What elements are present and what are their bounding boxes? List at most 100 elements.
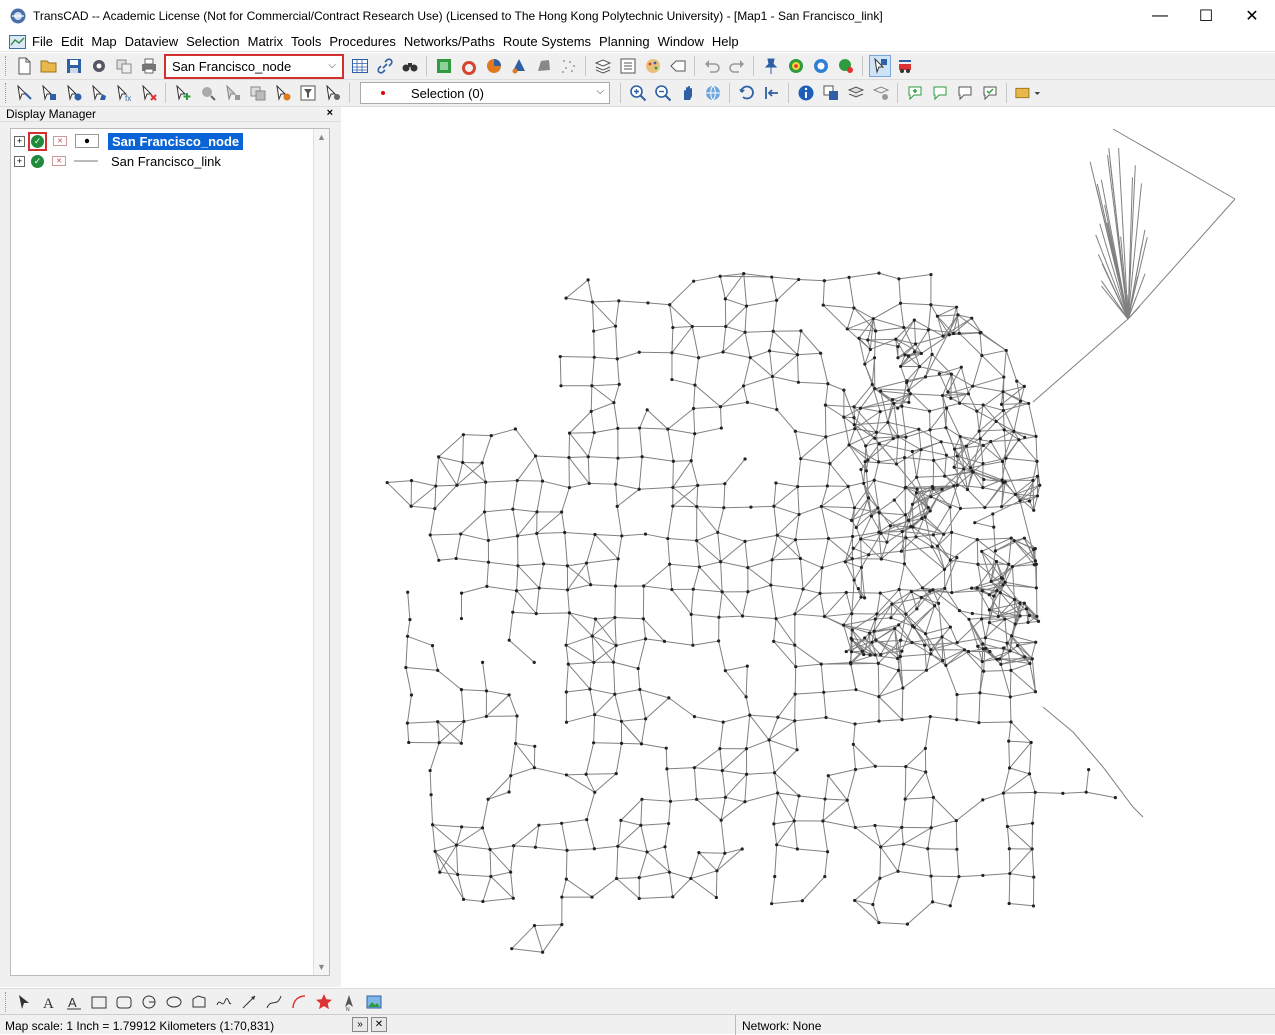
line-tool-icon[interactable]: [238, 991, 260, 1013]
menu-route-systems[interactable]: Route Systems: [503, 34, 598, 49]
menu-edit[interactable]: Edit: [61, 34, 90, 49]
close-button[interactable]: ✕: [1229, 0, 1275, 32]
settings-gear-icon[interactable]: [88, 55, 110, 77]
close-icon[interactable]: ×: [327, 107, 333, 119]
menu-procedures[interactable]: Procedures: [329, 34, 402, 49]
star-symbol-icon[interactable]: [313, 991, 335, 1013]
ellipse-tool-icon[interactable]: [163, 991, 185, 1013]
pan-hand-icon[interactable]: [677, 82, 699, 104]
scroll-up-icon[interactable]: ▲: [317, 132, 326, 142]
select-by-rectangle-icon[interactable]: [38, 82, 60, 104]
map-window-icon[interactable]: [9, 35, 26, 49]
filter-settings-icon[interactable]: [322, 82, 344, 104]
expand-icon[interactable]: +: [14, 156, 25, 167]
rainbow-theme-icon[interactable]: [458, 55, 480, 77]
select-by-pointing-icon[interactable]: [13, 82, 35, 104]
menu-matrix[interactable]: Matrix: [248, 34, 290, 49]
menu-window[interactable]: Window: [658, 34, 711, 49]
scatter-dots-icon[interactable]: [558, 55, 580, 77]
toolbar-grip[interactable]: [5, 992, 8, 1012]
heatmap-icon[interactable]: [785, 55, 807, 77]
shape-theme-icon[interactable]: [533, 55, 555, 77]
zoom-out-icon[interactable]: [652, 82, 674, 104]
layer-delete-icon[interactable]: [870, 82, 892, 104]
menu-selection[interactable]: Selection: [186, 34, 246, 49]
legend-icon[interactable]: [617, 55, 639, 77]
pushpin-icon[interactable]: [760, 55, 782, 77]
text-tool-icon[interactable]: A: [38, 991, 60, 1013]
undo-icon[interactable]: [701, 55, 723, 77]
arc-tool-icon[interactable]: [288, 991, 310, 1013]
pointer-arrow-icon[interactable]: [13, 991, 35, 1013]
feature-info-icon[interactable]: [820, 82, 842, 104]
north-arrow-icon[interactable]: N: [338, 991, 360, 1013]
layer-name[interactable]: San Francisco_node: [108, 133, 243, 150]
previous-view-icon[interactable]: [736, 82, 758, 104]
menu-help[interactable]: Help: [712, 34, 746, 49]
zoom-to-layer-icon[interactable]: [761, 82, 783, 104]
toolbar-grip[interactable]: [5, 83, 8, 103]
curved-text-icon[interactable]: A: [63, 991, 85, 1013]
menu-file[interactable]: File: [32, 34, 60, 49]
buffer-ring-icon[interactable]: [810, 55, 832, 77]
polygon-tool-icon[interactable]: [188, 991, 210, 1013]
info-icon[interactable]: [795, 82, 817, 104]
selection-set-dropdown[interactable]: Selection (0) ⌵: [360, 82, 610, 104]
clear-selection-icon[interactable]: [138, 82, 160, 104]
save-icon[interactable]: [63, 55, 85, 77]
callout-check-icon[interactable]: [979, 82, 1001, 104]
point-style-icon[interactable]: [75, 134, 99, 148]
edit-annotation-icon[interactable]: [929, 82, 951, 104]
menu-map[interactable]: Map: [91, 34, 123, 49]
label-off-icon[interactable]: ✕: [52, 156, 66, 166]
image-tool-icon[interactable]: [363, 991, 385, 1013]
magnify-selection-icon[interactable]: [197, 82, 219, 104]
binoculars-icon[interactable]: [399, 55, 421, 77]
label-off-icon[interactable]: ✕: [53, 136, 67, 146]
menu-networks-paths[interactable]: Networks/Paths: [404, 34, 502, 49]
layer-select-dropdown[interactable]: San Francisco_node ⌵: [164, 54, 344, 79]
layer-row-node[interactable]: + ✓ ✕ San Francisco_node: [14, 131, 243, 151]
palette-icon[interactable]: [642, 55, 664, 77]
select-tool-active-icon[interactable]: [869, 55, 891, 77]
scroll-down-icon[interactable]: ▼: [317, 962, 326, 972]
new-file-icon[interactable]: [13, 55, 35, 77]
line-style-icon[interactable]: [74, 154, 98, 168]
select-by-formula-icon[interactable]: fx: [113, 82, 135, 104]
minimize-button[interactable]: —: [1137, 0, 1183, 32]
visibility-toggle-highlight[interactable]: ✓: [28, 132, 47, 151]
select-highlight-icon[interactable]: [272, 82, 294, 104]
toolbar-grip[interactable]: [5, 56, 8, 76]
network-map[interactable]: [343, 107, 1275, 987]
maximize-button[interactable]: ☐: [1183, 0, 1229, 32]
dataview-grid-icon[interactable]: [349, 55, 371, 77]
expand-icon[interactable]: +: [14, 136, 25, 147]
redo-icon[interactable]: [726, 55, 748, 77]
search-globe-icon[interactable]: [835, 55, 857, 77]
print-icon[interactable]: [138, 55, 160, 77]
globe-extent-icon[interactable]: [702, 82, 724, 104]
rounded-rect-tool-icon[interactable]: [113, 991, 135, 1013]
layer-row-link[interactable]: + ✓ ✕ San Francisco_link: [14, 151, 225, 171]
label-tag-icon[interactable]: [667, 55, 689, 77]
callout-icon[interactable]: [954, 82, 976, 104]
zoom-in-icon[interactable]: [627, 82, 649, 104]
close-panel-icon[interactable]: ✕: [371, 1017, 387, 1032]
layer-name[interactable]: San Francisco_link: [107, 153, 225, 170]
select-overlap-icon[interactable]: [247, 82, 269, 104]
scale-bar-dropdown-icon[interactable]: [1013, 82, 1043, 104]
select-by-circle-icon[interactable]: [63, 82, 85, 104]
select-by-polygon-icon[interactable]: [88, 82, 110, 104]
curve-tool-icon[interactable]: [263, 991, 285, 1013]
selection-settings-icon[interactable]: [222, 82, 244, 104]
filter-icon[interactable]: [297, 82, 319, 104]
rectangle-tool-icon[interactable]: [88, 991, 110, 1013]
open-folder-icon[interactable]: [38, 55, 60, 77]
vehicle-route-icon[interactable]: [894, 55, 916, 77]
link-icon[interactable]: [374, 55, 396, 77]
dot-density-icon[interactable]: [508, 55, 530, 77]
vertical-scrollbar[interactable]: ▲ ▼: [313, 129, 329, 975]
checkmark-visible-icon[interactable]: ✓: [31, 135, 44, 148]
workspace-icon[interactable]: [113, 55, 135, 77]
menu-dataview[interactable]: Dataview: [125, 34, 185, 49]
